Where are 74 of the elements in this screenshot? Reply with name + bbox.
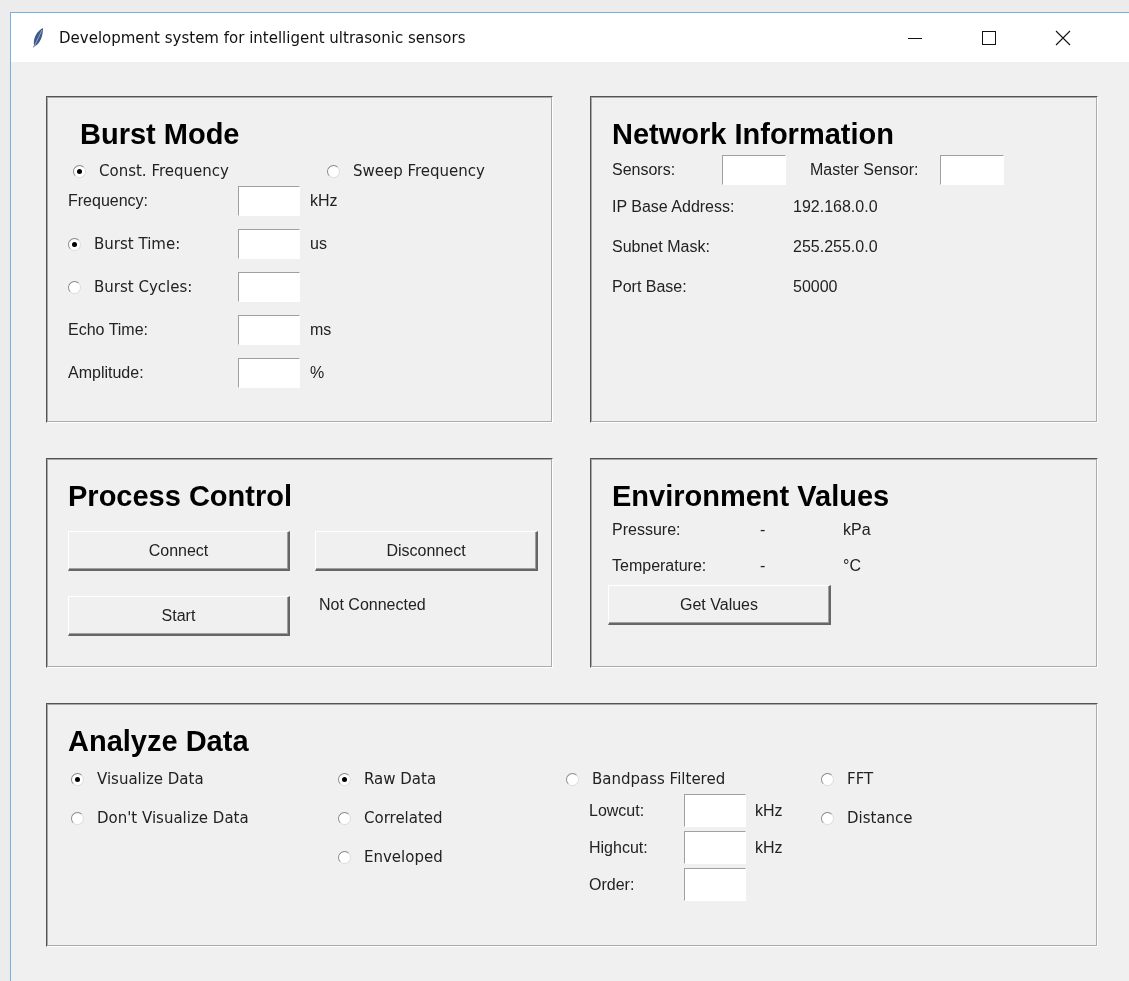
radio-label[interactable]: Visualize Data <box>97 770 204 788</box>
value-text: - <box>760 557 767 575</box>
radio-label[interactable]: Bandpass Filtered <box>592 770 726 788</box>
unit-label: us <box>310 235 328 253</box>
input-field[interactable] <box>684 868 746 901</box>
value-label: Pressure: <box>612 521 682 539</box>
panel-title: Analyze Data <box>68 725 249 758</box>
info-label: IP Base Address: <box>612 198 736 216</box>
radio-button[interactable] <box>68 280 81 294</box>
maximize-icon[interactable] <box>981 29 997 46</box>
radio-button[interactable] <box>326 164 340 178</box>
radio-label[interactable]: Sweep Frequency <box>352 162 485 180</box>
unit-label: kHz <box>755 838 784 857</box>
radio-button[interactable] <box>821 811 834 825</box>
feather-icon <box>31 26 45 49</box>
radio-label[interactable]: Burst Time: <box>94 235 181 253</box>
close-icon[interactable] <box>1055 29 1071 46</box>
status-text: Not Connected <box>319 596 427 614</box>
input-field[interactable] <box>940 155 1005 185</box>
value-text: - <box>760 521 767 539</box>
get-values-button[interactable]: Get Values <box>608 585 831 625</box>
unit-label: % <box>310 364 326 382</box>
field-label: Lowcut: <box>589 801 646 820</box>
unit-label: kHz <box>310 192 339 210</box>
info-label: Port Base: <box>612 278 688 296</box>
radio-button[interactable] <box>73 164 86 178</box>
field-label: Sensors: <box>612 161 677 179</box>
value-label: Temperature: <box>612 557 708 575</box>
radio-label[interactable]: Don't Visualize Data <box>97 809 249 827</box>
input-field[interactable] <box>684 794 746 827</box>
info-value: 255.255.0.0 <box>793 238 879 256</box>
panel-title: Burst Mode <box>80 118 240 151</box>
info-value: 192.168.0.0 <box>793 198 879 216</box>
field-label: Echo Time: <box>68 321 150 339</box>
radio-button[interactable] <box>338 811 351 825</box>
radio-label[interactable]: Burst Cycles: <box>94 278 193 296</box>
input-field[interactable] <box>238 272 300 302</box>
action-button[interactable]: Disconnect <box>315 531 538 571</box>
unit-label: kPa <box>843 521 872 539</box>
input-field[interactable] <box>238 186 300 216</box>
unit-label: kHz <box>755 801 784 820</box>
radio-button[interactable] <box>338 772 351 786</box>
input-field[interactable] <box>684 831 746 864</box>
info-label: Subnet Mask: <box>612 238 711 256</box>
radio-label[interactable]: FFT <box>847 770 874 788</box>
input-field[interactable] <box>238 358 300 388</box>
field-label: Frequency: <box>68 192 150 210</box>
radio-label[interactable]: Const. Frequency <box>99 162 229 180</box>
panel-title: Network Information <box>612 118 894 151</box>
input-field[interactable] <box>238 315 300 345</box>
field-label: Order: <box>589 875 636 894</box>
field-label: Amplitude: <box>68 364 145 382</box>
input-field[interactable] <box>238 229 300 259</box>
field-label: Master Sensor: <box>810 161 919 179</box>
unit-label: °C <box>843 557 862 575</box>
action-button[interactable]: Connect <box>68 531 290 571</box>
radio-button[interactable] <box>821 772 834 786</box>
radio-button[interactable] <box>71 811 84 825</box>
unit-label: ms <box>310 321 333 339</box>
panel-title: Process Control <box>68 480 292 513</box>
window-title: Development system for intelligent ultrasonic sensors <box>59 28 466 47</box>
radio-button[interactable] <box>566 772 579 786</box>
radio-label[interactable]: Raw Data <box>364 770 437 788</box>
radio-button[interactable] <box>338 850 351 864</box>
radio-label[interactable]: Distance <box>847 809 913 827</box>
radio-label[interactable]: Correlated <box>364 809 443 827</box>
info-value: 50000 <box>793 278 839 296</box>
field-label: Highcut: <box>589 838 649 857</box>
action-button[interactable]: Start <box>68 596 290 636</box>
radio-button[interactable] <box>68 237 81 251</box>
radio-button[interactable] <box>71 772 84 786</box>
panel-title: Environment Values <box>612 480 890 513</box>
input-field[interactable] <box>722 155 786 185</box>
radio-label[interactable]: Enveloped <box>364 848 443 866</box>
